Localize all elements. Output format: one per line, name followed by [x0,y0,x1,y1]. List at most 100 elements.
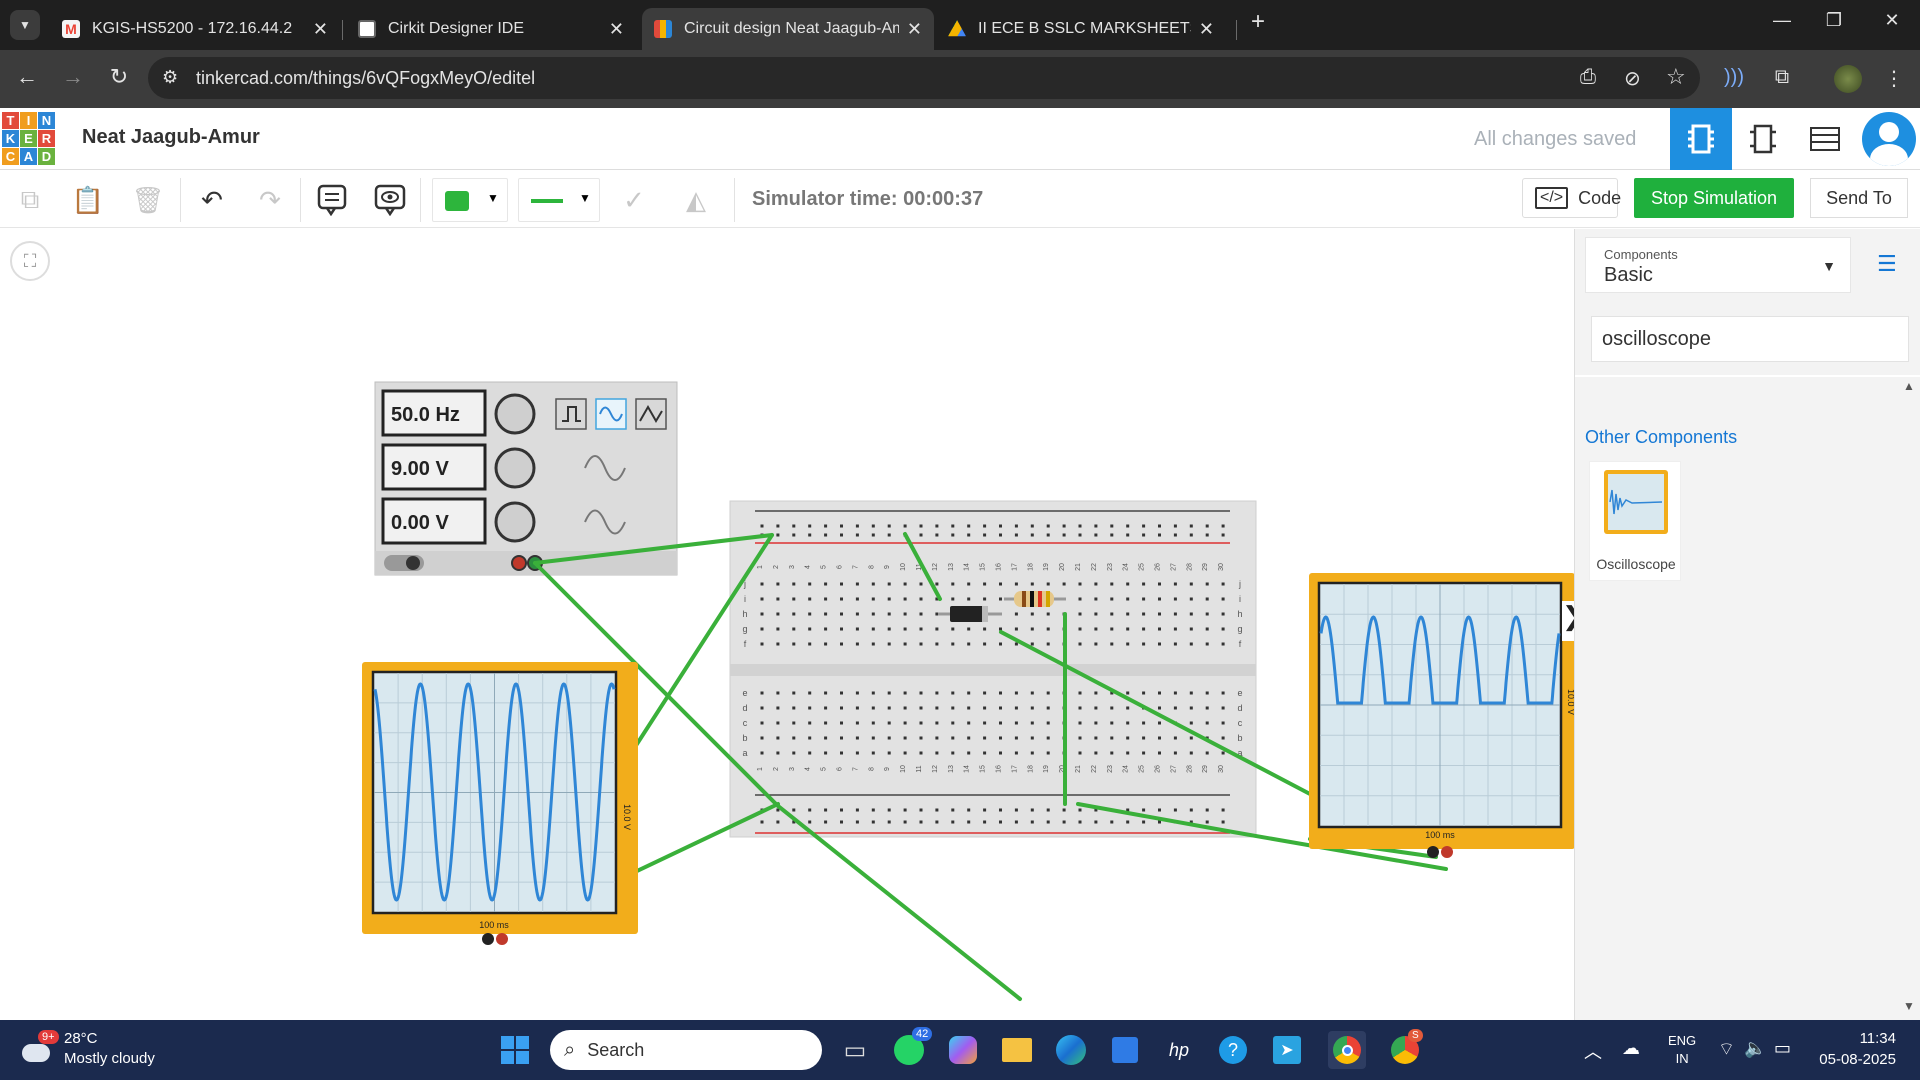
offset-display: 0.00 V [391,512,449,534]
chrome-profile-icon[interactable]: S [1386,1029,1424,1069]
rotate-icon[interactable]: ✓ [616,182,652,218]
delete-icon[interactable]: 🗑 [130,182,166,218]
redo-icon[interactable]: ↷ [252,182,288,218]
restore-icon[interactable]: ❐ [1814,10,1854,31]
bookmark-star-icon[interactable]: ☆ [1666,64,1686,90]
send-to-button[interactable]: Send To [1810,178,1908,218]
reload-icon[interactable]: ↻ [104,64,134,90]
project-title[interactable]: Neat Jaagub-Amur [82,126,260,149]
code-button[interactable]: </> Code [1522,178,1622,218]
site-info-icon[interactable]: ⚙ [162,67,178,88]
breadboard-column-label: 25 [1139,765,1146,773]
breadboard-column-label: 28 [1186,765,1193,773]
forward-icon[interactable]: → [58,64,88,90]
tab-search-button[interactable]: ▼ [10,10,40,40]
breadboard-column-label: 13 [948,765,955,773]
chevron-down-icon: ▼ [1822,258,1836,274]
function-generator[interactable]: 50.0 Hz 9.00 V 0.00 V [374,381,678,576]
taskbar-search-box[interactable]: ⌕ Search [550,1030,822,1070]
clock-date: 05-08-2025 [1819,1051,1896,1068]
language-top: ENG [1668,1033,1697,1048]
scroll-up-icon[interactable]: ▲ [1903,379,1915,393]
wire-color-swatch [445,191,469,211]
browser-tab-kgis[interactable]: M KGIS-HS5200 - 172.16.44.2 ✕ [50,8,340,50]
list-view-icon[interactable]: ☰ [1877,251,1897,277]
scroll-down-icon[interactable]: ▼ [1903,999,1915,1013]
breadboard-row-label: i [1239,594,1241,604]
flip-icon[interactable]: ◭ [678,182,714,218]
close-window-icon[interactable]: ✕ [1872,10,1912,31]
chrome-profile-badge: S [1408,1029,1423,1042]
breadboard[interactable]: 1122334455667788991010111112121313141415… [729,500,1257,838]
edge-icon[interactable] [1052,1031,1090,1069]
undo-icon[interactable]: ↶ [194,182,230,218]
file-explorer-icon[interactable] [998,1031,1036,1069]
circuit-canvas[interactable]: ⛶ 50.0 Hz 9.00 V 0.00 V 1 1 2 2 3 3 4 4 … [0,229,1584,1020]
new-tab-icon[interactable]: + [1238,8,1278,36]
browser-tab-bar: ▼ M KGIS-HS5200 - 172.16.44.2 ✕ Cirkit D… [0,0,1920,50]
close-tab-icon[interactable]: ✕ [1199,19,1214,40]
tinkercad-logo[interactable]: T I N K E R C A D [2,112,55,165]
close-tab-icon[interactable]: ✕ [907,19,922,40]
tray-overflow-icon[interactable]: ︿ [1584,1038,1602,1064]
wire-type-picker[interactable]: ▼ [518,178,600,222]
circuit-view-icon [1688,124,1714,154]
oscilloscope-left[interactable]: 100 ms 10.0 V [362,662,638,945]
search-icon: ⌕ [564,1038,576,1061]
scope-probe-pos [496,933,508,945]
close-tab-icon[interactable]: ✕ [609,19,624,40]
weather-widget[interactable]: 9+ 28°C Mostly cloudy [18,1028,178,1072]
wire-color-picker[interactable]: ▼ [432,178,508,222]
schematic-view-tab[interactable] [1732,108,1794,170]
minimize-icon[interactable]: — [1762,10,1802,31]
code-label: Code [1578,187,1622,208]
onedrive-icon[interactable]: ☁ [1622,1038,1640,1059]
close-tab-icon[interactable]: ✕ [313,19,328,40]
paste-icon[interactable]: 📋 [70,182,106,218]
oscilloscope-right[interactable]: 100 ms 10.0 V [1309,573,1574,858]
simulator-time: Simulator time: 00:00:37 [752,188,984,210]
scope-volt-label: 10.0 V [622,804,632,830]
store-icon[interactable] [1106,1031,1144,1069]
windows-start-icon[interactable] [496,1031,534,1069]
help-icon[interactable]: ? [1214,1031,1252,1069]
copy-icon[interactable]: ⧉ [12,182,48,218]
circuit-view-tab[interactable] [1670,108,1732,170]
profile-avatar[interactable] [1834,65,1862,93]
browser-tab-cirkit[interactable]: Cirkit Designer IDE ✕ [346,8,636,50]
breadboard-column-label: 17 [1011,563,1018,571]
hp-icon[interactable]: hp [1160,1031,1198,1069]
browser-tab-tinkercad[interactable]: Circuit design Neat Jaagub-Amur ✕ [642,8,934,50]
bom-view-tab[interactable] [1794,108,1856,170]
whatsapp-icon[interactable]: 42 [890,1027,933,1069]
back-icon[interactable]: ← [12,64,42,90]
task-view-icon[interactable]: ▭ [836,1031,874,1069]
battery-icon[interactable]: ▭ [1774,1038,1791,1059]
extensions-icon[interactable]: ⧉ [1768,66,1796,89]
system-clock[interactable]: 11:34 05-08-2025 [1812,1028,1896,1070]
breadboard-row-label: e [742,688,747,698]
cirkit-icon [358,20,376,38]
language-indicator[interactable]: ENG IN [1668,1032,1696,1068]
logo-letter: I [20,112,37,129]
component-list-icon [1810,127,1840,151]
user-avatar[interactable] [1862,112,1916,166]
stop-simulation-button[interactable]: Stop Simulation [1634,178,1794,218]
chrome-icon[interactable] [1328,1031,1366,1069]
tracking-icon[interactable]: ⊘ [1624,66,1641,91]
notes-visibility-icon[interactable] [372,182,408,218]
telegram-icon[interactable]: ➤ [1268,1031,1306,1069]
browser-tab-drive[interactable]: II ECE B SSLC MARKSHEETS - Go ✕ [936,8,1226,50]
audio-playing-icon[interactable]: ))) [1720,66,1748,89]
oscilloscope-component-card[interactable]: Oscilloscope [1589,461,1681,581]
url-bar[interactable]: ⚙ tinkercad.com/things/6vQFogxMeyO/edite… [148,57,1700,99]
install-app-icon[interactable]: ⎙ [1580,66,1596,89]
volume-icon[interactable]: 🔈 [1744,1038,1766,1059]
oscilloscope-thumbnail-icon [1604,470,1668,534]
menu-kebab-icon[interactable]: ⋮ [1880,66,1908,91]
copilot-icon[interactable] [944,1031,982,1069]
notes-icon[interactable] [314,182,350,218]
component-search-input[interactable] [1591,316,1909,362]
wifi-icon[interactable]: ⌔ [1718,1038,1735,1061]
components-dropdown[interactable]: Components Basic ▼ [1585,237,1851,293]
